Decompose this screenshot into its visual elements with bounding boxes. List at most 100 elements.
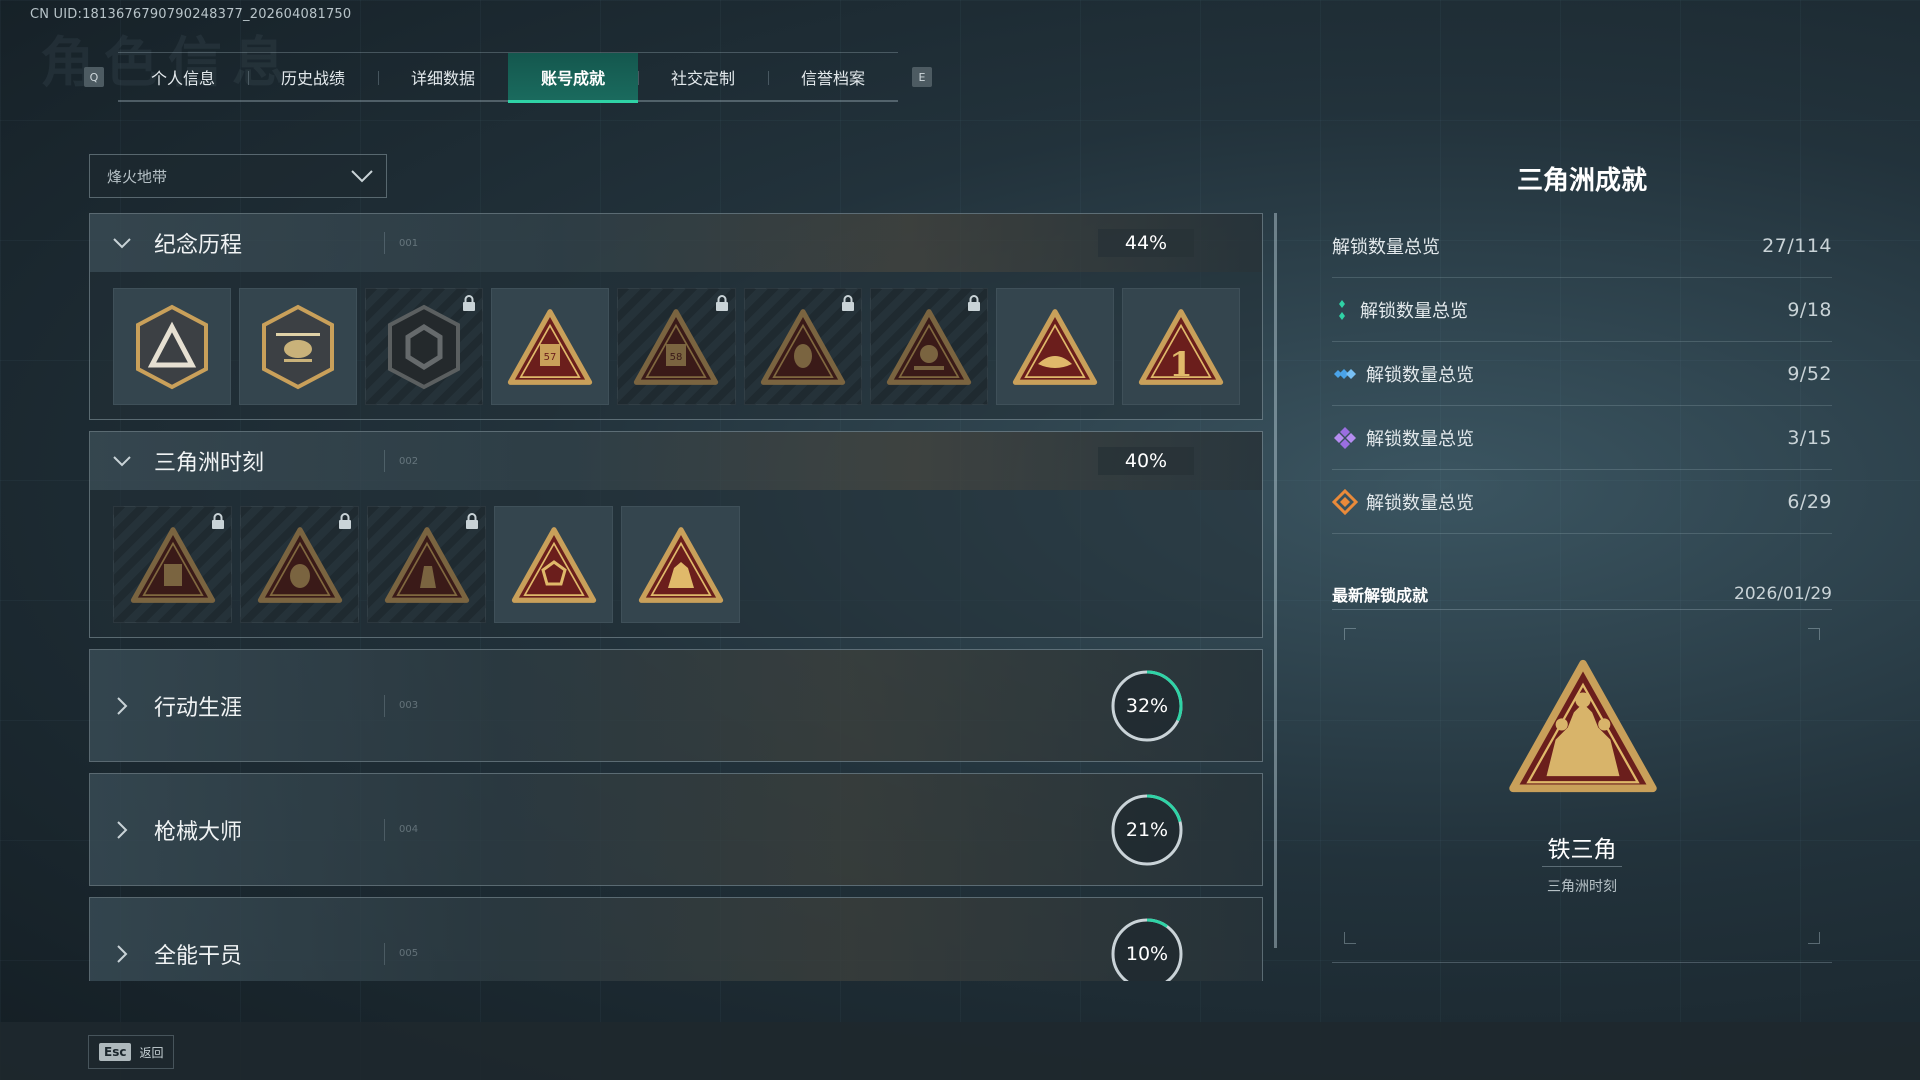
category-index: 002 xyxy=(384,450,418,472)
footer-bar: Esc 返回 xyxy=(0,1022,1920,1080)
kneeling-soldier-badge[interactable] xyxy=(367,506,486,623)
next-tab-key-hint[interactable]: E xyxy=(912,67,932,87)
category-index: 004 xyxy=(384,818,418,841)
iron-triangle-badge xyxy=(1509,659,1657,793)
category-header[interactable]: 行动生涯 003 32% xyxy=(90,650,1262,761)
triangle-shield-badge[interactable] xyxy=(113,288,232,405)
masked-figure-badge[interactable] xyxy=(743,288,862,405)
lock-icon xyxy=(715,295,729,311)
prev-tab-key-hint[interactable]: Q xyxy=(84,67,104,87)
category-operation-career: 行动生涯 003 32% xyxy=(89,649,1263,762)
tab-account-achievements[interactable]: 账号成就 xyxy=(508,53,638,103)
svg-text:1: 1 xyxy=(1169,345,1193,385)
tier-value: 6/29 xyxy=(1787,490,1832,513)
summary-tier-row: 解锁数量总览 9/18 xyxy=(1332,278,1832,342)
category-index: 001 xyxy=(384,232,418,254)
vault-58-badge[interactable]: 58 xyxy=(617,288,736,405)
tab-list: 个人信息 历史战绩 详细数据 账号成就 社交定制 信誉档案 xyxy=(118,52,898,103)
lock-icon xyxy=(967,295,981,311)
helicopter-badge[interactable] xyxy=(239,288,358,405)
category-index: 003 xyxy=(384,694,418,717)
tab-credit-record[interactable]: 信誉档案 xyxy=(768,53,898,101)
esc-key-hint: Esc xyxy=(99,1043,132,1061)
summary-tier-row: 解锁数量总览 9/52 xyxy=(1332,342,1832,406)
tab-match-history[interactable]: 历史战绩 xyxy=(248,53,378,101)
progress-ring: 21% xyxy=(1109,792,1185,868)
tab-personal-info[interactable]: 个人信息 xyxy=(118,53,248,101)
frame-corner xyxy=(1344,628,1356,640)
category-progress: 40% xyxy=(1098,447,1194,475)
achievement-summary-panel: 三角洲成就 解锁数量总览 27/114 解锁数量总览 9/18 解锁数量总览 9… xyxy=(1332,160,1832,963)
category-progress: 10% xyxy=(1125,943,1169,965)
hands-dice-badge[interactable] xyxy=(494,506,613,623)
vault-57-badge[interactable]: 57 xyxy=(491,288,610,405)
iron-triangle-badge[interactable] xyxy=(621,506,740,623)
summary-tier-row: 解锁数量总览 6/29 xyxy=(1332,470,1832,534)
category-name: 三角洲时刻 xyxy=(154,451,265,476)
hands-triangle-badge[interactable] xyxy=(995,288,1114,405)
category-memorial-journey: 纪念历程 001 44% 57 58 1 xyxy=(89,213,1263,420)
masked-face-badge[interactable] xyxy=(240,506,359,623)
tier-label: 解锁数量总览 xyxy=(1366,428,1474,450)
tier-label: 解锁数量总览 xyxy=(1366,492,1474,514)
lock-icon xyxy=(338,513,352,529)
chevron-right-icon[interactable] xyxy=(112,944,132,964)
category-header[interactable]: 枪械大师 004 21% xyxy=(90,774,1262,885)
svg-text:57: 57 xyxy=(544,352,557,363)
number-one-badge[interactable]: 1 xyxy=(1121,288,1240,405)
latest-unlock-card[interactable]: 铁三角 三角洲时刻 xyxy=(1332,610,1832,963)
category-header[interactable]: 全能干员 005 10% xyxy=(90,898,1262,981)
progress-ring: 32% xyxy=(1109,668,1185,744)
category-progress: 21% xyxy=(1125,819,1169,841)
svg-text:58: 58 xyxy=(670,352,683,363)
category-index: 005 xyxy=(384,942,418,965)
category-progress: 32% xyxy=(1125,695,1169,717)
progress-ring: 10% xyxy=(1109,916,1185,981)
tab-social-customization[interactable]: 社交定制 xyxy=(638,53,768,101)
scroll-thumb[interactable] xyxy=(1274,213,1277,948)
frame-corner xyxy=(1344,932,1356,944)
robot-badge[interactable] xyxy=(113,506,232,623)
summary-total-value: 27/114 xyxy=(1762,234,1832,257)
category-all-round-operator: 全能干员 005 10% xyxy=(89,897,1263,981)
frame-corner xyxy=(1808,932,1820,944)
skull-soldier-badge[interactable] xyxy=(869,288,988,405)
chevron-down-icon xyxy=(351,170,373,183)
latest-unlock-name: 铁三角 xyxy=(1547,837,1617,863)
chevron-down-icon[interactable] xyxy=(112,451,132,471)
category-header[interactable]: 纪念历程 001 44% xyxy=(90,214,1262,272)
lock-icon xyxy=(211,513,225,529)
category-name: 行动生涯 xyxy=(154,695,243,721)
mode-dropdown[interactable]: 烽火地带 xyxy=(89,154,387,198)
category-progress: 44% xyxy=(1098,229,1194,257)
lock-icon xyxy=(841,295,855,311)
achievement-category-list: 纪念历程 001 44% 57 58 1 三角洲时刻 002 40% 行动生涯 … xyxy=(89,213,1263,981)
latest-unlock-date: 2026/01/29 xyxy=(1734,583,1832,604)
category-header[interactable]: 三角洲时刻 002 40% xyxy=(90,432,1262,490)
tier-label: 解锁数量总览 xyxy=(1366,364,1474,386)
lock-icon xyxy=(465,513,479,529)
tab-detailed-stats[interactable]: 详细数据 xyxy=(378,53,508,101)
divider xyxy=(1542,866,1622,867)
chevron-down-icon[interactable] xyxy=(112,233,132,253)
back-button[interactable]: Esc 返回 xyxy=(88,1035,175,1069)
green-diamond-icon xyxy=(1339,299,1345,320)
badge-row: 57 58 1 xyxy=(90,272,1262,419)
chevron-right-icon[interactable] xyxy=(112,696,132,716)
summary-total-row: 解锁数量总览 27/114 xyxy=(1332,214,1832,278)
latest-unlock-label: 最新解锁成就 xyxy=(1332,585,1429,605)
lock-icon xyxy=(462,295,476,311)
category-name: 纪念历程 xyxy=(154,233,243,258)
tier-value: 9/52 xyxy=(1787,362,1832,385)
category-delta-moments: 三角洲时刻 002 40% xyxy=(89,431,1263,638)
hex-emblem-badge[interactable] xyxy=(365,288,484,405)
summary-tier-row: 解锁数量总览 3/15 xyxy=(1332,406,1832,470)
blue-diamond-icon xyxy=(1334,368,1356,379)
chevron-right-icon[interactable] xyxy=(112,820,132,840)
orange-diamond-icon xyxy=(1332,488,1358,515)
mode-dropdown-value: 烽火地带 xyxy=(107,167,168,186)
category-name: 枪械大师 xyxy=(154,819,243,845)
tab-bar: Q 个人信息 历史战绩 详细数据 账号成就 社交定制 信誉档案 E xyxy=(84,52,932,103)
latest-unlock-header: 最新解锁成就 2026/01/29 xyxy=(1332,578,1832,610)
badge-row xyxy=(90,490,1262,637)
